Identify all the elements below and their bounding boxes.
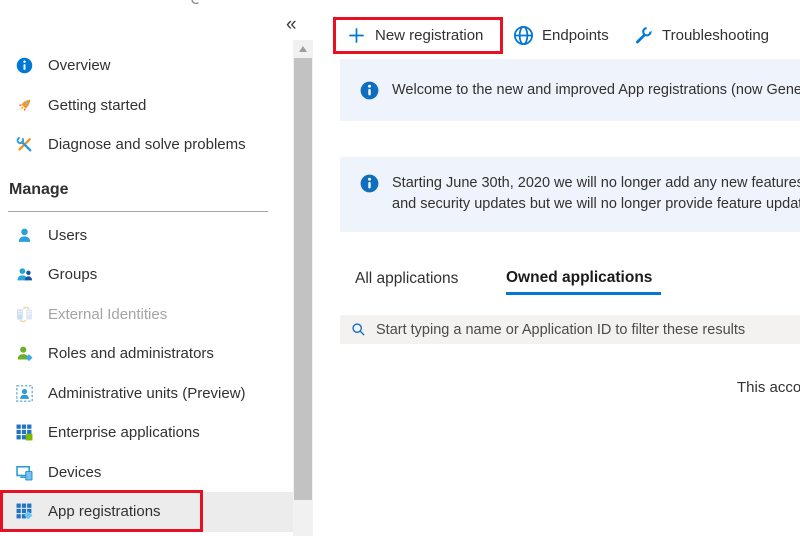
sidebar-item-label: Administrative units (Preview) [48, 385, 246, 402]
group-icon [16, 266, 33, 283]
scrollbar-thumb[interactable] [294, 58, 312, 500]
globe-icon [513, 25, 534, 46]
tab-owned-applications[interactable]: Owned applications [506, 269, 652, 287]
wrench-icon [633, 25, 654, 46]
filter-search-box[interactable] [340, 315, 800, 344]
tools-icon [16, 136, 33, 153]
search-icon [351, 322, 366, 337]
troubleshooting-label: Troubleshooting [662, 27, 769, 44]
sidebar-item-users[interactable]: Users [0, 216, 293, 256]
welcome-banner-text: Welcome to the new and improved App regi… [392, 82, 800, 98]
new-registration-button[interactable]: New registration [333, 17, 503, 54]
new-registration-label: New registration [375, 27, 483, 44]
deprecation-banner-line2: and security updates but we will no long… [392, 194, 800, 215]
sidebar-scrollbar[interactable] [293, 40, 313, 536]
sidebar-item-diagnose[interactable]: Diagnose and solve problems [0, 125, 293, 165]
sidebar-item-label: Devices [48, 464, 101, 481]
info-icon [16, 57, 33, 74]
scroll-up-arrow-icon [299, 46, 307, 52]
info-icon [360, 174, 379, 193]
tab-all-applications[interactable]: All applications [355, 270, 458, 288]
sidebar-item-label: Getting started [48, 97, 146, 114]
sidebar-item-label: Enterprise applications [48, 424, 200, 441]
sidebar-item-label: Users [48, 227, 87, 244]
sidebar-item-groups[interactable]: Groups [0, 255, 293, 295]
deprecation-banner-line1: Starting June 30th, 2020 we will no long… [392, 173, 800, 194]
sidebar-item-overview[interactable]: Overview [0, 46, 293, 86]
app-registrations-icon [16, 503, 33, 520]
user-icon [16, 227, 33, 244]
sidebar-item-app-registrations[interactable]: App registrations [0, 492, 293, 532]
sidebar-item-label: External Identities [48, 306, 167, 323]
sidebar-item-roles[interactable]: Roles and administrators [0, 334, 293, 374]
sidebar-divider [8, 211, 268, 212]
troubleshooting-button[interactable]: Troubleshooting [633, 17, 769, 54]
plus-icon [348, 27, 365, 44]
sidebar-section-manage: Manage [0, 165, 293, 201]
endpoints-button[interactable]: Endpoints [513, 17, 609, 54]
roles-icon [16, 345, 33, 362]
endpoints-label: Endpoints [542, 27, 609, 44]
sidebar-item-enterprise-apps[interactable]: Enterprise applications [0, 413, 293, 453]
sidebar-item-label: Groups [48, 266, 97, 283]
sidebar: « Overview Getting started [0, 0, 313, 536]
active-tab-underline [506, 292, 661, 295]
external-identities-icon [16, 306, 33, 323]
sidebar-item-label: Roles and administrators [48, 345, 214, 362]
sidebar-item-label: App registrations [48, 503, 161, 520]
sidebar-item-external-identities[interactable]: External Identities [0, 295, 293, 335]
devices-icon [16, 464, 33, 481]
sidebar-item-getting-started[interactable]: Getting started [0, 86, 293, 126]
empty-state-text: This account isn't listed as the owner o… [737, 379, 800, 396]
info-icon [360, 81, 379, 100]
scrollbar-up-button[interactable] [293, 40, 313, 57]
sidebar-item-admin-units[interactable]: Administrative units (Preview) [0, 374, 293, 414]
sidebar-nav: Overview Getting started Diag [0, 0, 293, 532]
main-content: New registration Endpoints Troubleshooti… [313, 0, 800, 536]
filter-search-input[interactable] [374, 321, 800, 339]
sidebar-item-label: Diagnose and solve problems [48, 136, 246, 153]
deprecation-info-banner: Starting June 30th, 2020 we will no long… [340, 157, 800, 232]
welcome-info-banner: Welcome to the new and improved App regi… [340, 59, 800, 121]
enterprise-apps-icon [16, 424, 33, 441]
sidebar-item-devices[interactable]: Devices [0, 453, 293, 493]
sidebar-item-label: Overview [48, 57, 111, 74]
rocket-icon [16, 97, 33, 114]
admin-units-icon [16, 385, 33, 402]
